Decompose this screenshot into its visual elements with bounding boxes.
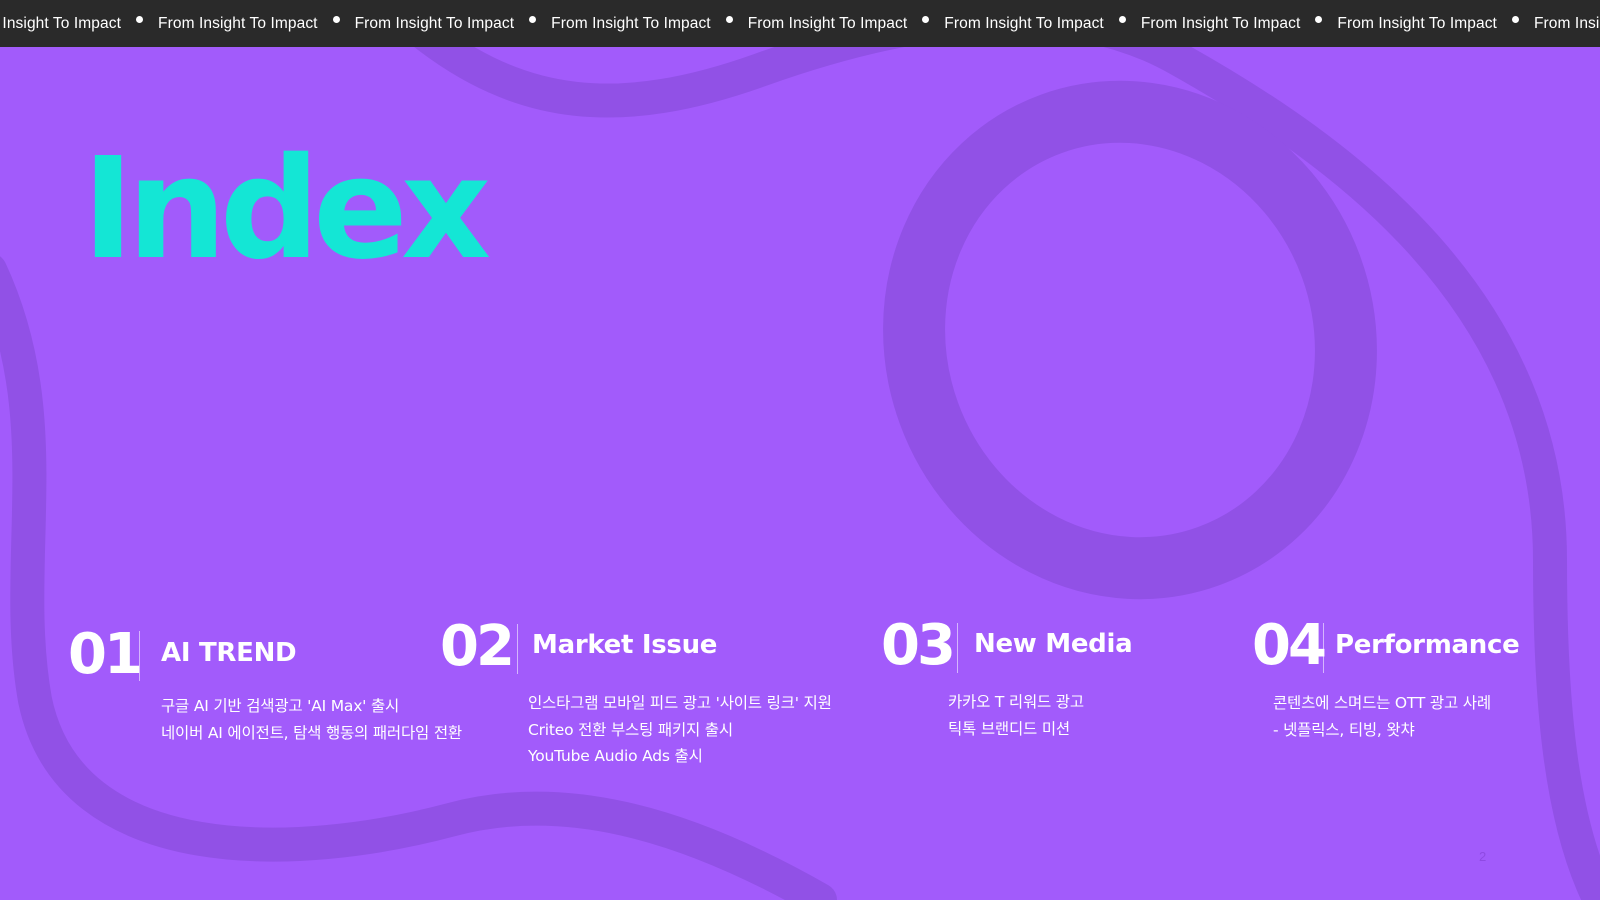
list-item: YouTube Audio Ads 출시 (528, 747, 703, 765)
section-number: 01 (68, 622, 143, 687)
bullet-dot-icon (725, 16, 733, 23)
ticker-item: From Insight To Impact (355, 15, 552, 33)
section-title: Performance (1335, 630, 1520, 660)
ticker-item: From Insight To Impact (944, 15, 1141, 33)
list-item: 구글 AI 기반 검색광고 'AI Max' 출시 (161, 697, 400, 715)
page-number: 2 (1479, 849, 1487, 864)
ticker-item: From Insight To (1533, 14, 1600, 32)
section-item-list: 구글 AI 기반 검색광고 'AI Max' 출시 네이버 AI 에이전트, 탐… (161, 693, 462, 746)
list-item: Criteo 전환 부스팅 패키지 출시 (528, 720, 733, 739)
section-divider (1323, 623, 1324, 673)
top-ticker-bar: m Insight To Impact From Insight To Impa… (0, 0, 1600, 47)
section-divider (139, 631, 140, 681)
section-number: 02 (440, 614, 515, 679)
bullet-dot-icon (529, 16, 537, 23)
section-item-list: 인스타그램 모바일 피드 광고 '사이트 링크' 지원 Criteo 전환 부스… (528, 690, 832, 770)
ticker-item: From Insight To Impact (1337, 15, 1534, 33)
ticker-item: From Insight To Impact (158, 15, 355, 33)
section-divider (957, 623, 958, 673)
section-item-list: 카카오 T 리워드 광고 틱톡 브랜디드 미션 (948, 689, 1084, 742)
list-item: 카카오 T 리워드 광고 (948, 693, 1084, 711)
section-title: AI TREND (161, 638, 297, 668)
bullet-dot-icon (922, 16, 930, 23)
ticker-item: From Insight To Impact (1141, 15, 1338, 33)
section-title: Market Issue (532, 630, 718, 660)
list-item: 네이버 AI 에이전트, 탐색 행동의 패러다임 전환 (161, 723, 462, 742)
bullet-dot-icon (136, 16, 144, 23)
ticker-item: From Insight To Impact (748, 15, 945, 33)
list-item: 인스타그램 모바일 피드 광고 '사이트 링크' 지원 (528, 694, 832, 712)
bullet-dot-icon (1118, 16, 1126, 23)
list-item: 틱톡 브랜디드 미션 (948, 719, 1070, 738)
section-number: 04 (1252, 613, 1327, 678)
ticker-item: m Insight To Impact (0, 15, 158, 33)
section-title: New Media (974, 629, 1133, 659)
left-bottom-curve (0, 256, 837, 900)
ticker-item: From Insight To Impact (551, 15, 748, 33)
section-item-list: 콘텐츠에 스며드는 OTT 광고 사례 - 넷플릭스, 티빙, 왓챠 (1273, 690, 1491, 743)
page-title: Index (82, 128, 491, 291)
list-item: - 넷플릭스, 티빙, 왓챠 (1273, 720, 1415, 739)
section-divider (517, 624, 518, 674)
bullet-dot-icon (1511, 16, 1519, 23)
large-ring (883, 80, 1377, 600)
section-number: 03 (881, 613, 956, 678)
bullet-dot-icon (1315, 16, 1323, 23)
list-item: 콘텐츠에 스며드는 OTT 광고 사례 (1273, 694, 1491, 712)
ticker-track: m Insight To Impact From Insight To Impa… (0, 0, 1600, 47)
bullet-dot-icon (332, 16, 340, 23)
